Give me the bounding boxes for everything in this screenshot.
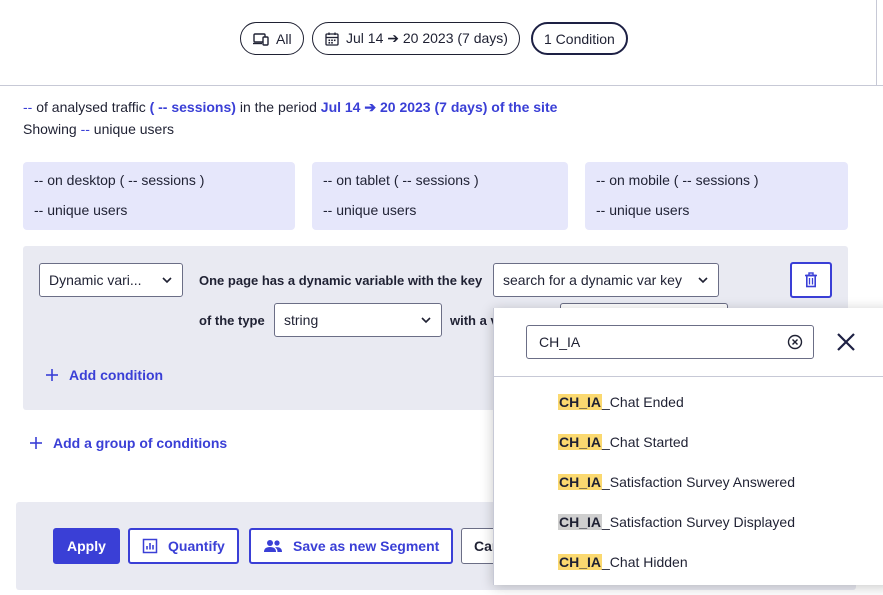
desktop-users: -- unique users: [34, 202, 128, 218]
option-match: CH_IA: [558, 474, 603, 490]
trash-icon: [805, 272, 817, 288]
dropdown-option[interactable]: CH_IA_Chat Ended: [558, 394, 684, 410]
desktop-stats: -- on desktop ( -- sessions ) -- unique …: [23, 162, 295, 230]
save-segment-label: Save as new Segment: [293, 538, 440, 554]
device-filter-button[interactable]: All: [240, 22, 304, 55]
tablet-users: -- unique users: [323, 202, 417, 218]
summary-text: of analysed traffic: [32, 99, 150, 115]
mobile-stats: -- on mobile ( -- sessions ) -- unique u…: [585, 162, 848, 230]
plus-icon: [46, 369, 58, 381]
dynamic-key-select[interactable]: search for a dynamic var key: [493, 263, 719, 297]
unique-users-count: --: [80, 121, 90, 137]
tablet-sessions: -- on tablet ( -- sessions ): [323, 172, 479, 188]
bar-chart-icon: [142, 538, 158, 554]
option-rest: _Chat Started: [602, 434, 689, 450]
chevron-down-icon: [421, 317, 431, 324]
devices-icon: [253, 32, 269, 46]
add-condition-label: Add condition: [69, 367, 164, 383]
session-count: ( -- sessions): [149, 99, 236, 115]
key-label: One page has a dynamic variable with the…: [199, 273, 483, 288]
summary-period: Jul 14 ➔ 20 2023 (7 days) of the site: [320, 99, 558, 115]
option-match: CH_IA: [558, 514, 603, 530]
dropdown-option[interactable]: CH_IA_Chat Started: [558, 434, 688, 450]
calendar-icon: [325, 32, 339, 46]
top-toolbar: All Jul 14 ➔ 20 2023 (7 days) 1 Conditio…: [0, 0, 883, 86]
value-type-select[interactable]: string: [274, 303, 442, 337]
quantify-button[interactable]: Quantify: [128, 528, 239, 564]
desktop-sessions: -- on desktop ( -- sessions ): [34, 172, 205, 188]
add-condition-button[interactable]: Add condition: [45, 367, 163, 383]
traffic-share: --: [23, 99, 33, 115]
plus-icon: [30, 437, 42, 449]
divider: [876, 0, 877, 86]
users-icon: [264, 540, 282, 552]
chevron-down-icon: [698, 277, 708, 284]
dynamic-key-dropdown: CH_IA CH_IA_Chat Ended CH_IA_Chat Starte…: [493, 308, 883, 585]
condition-filter-button[interactable]: 1 Condition: [531, 22, 628, 55]
delete-condition-button[interactable]: [790, 262, 832, 298]
option-match: CH_IA: [558, 554, 603, 570]
period-filter-label: Jul 14 ➔ 20 2023 (7 days): [346, 30, 508, 46]
device-filter-label: All: [276, 30, 292, 47]
summary-text: unique users: [89, 121, 174, 137]
summary-text: Showing: [23, 121, 81, 137]
of-type-label: of the type: [199, 313, 265, 328]
dynamic-key-search-input[interactable]: CH_IA: [526, 325, 814, 359]
apply-label: Apply: [67, 538, 106, 554]
quantify-label: Quantify: [168, 538, 225, 554]
tablet-stats: -- on tablet ( -- sessions ) -- unique u…: [312, 162, 568, 230]
condition-type-select[interactable]: Dynamic vari...: [39, 263, 183, 297]
mobile-sessions: -- on mobile ( -- sessions ): [596, 172, 759, 188]
period-filter-button[interactable]: Jul 14 ➔ 20 2023 (7 days): [312, 22, 520, 55]
value-type-value: string: [284, 312, 319, 328]
option-match: CH_IA: [558, 434, 603, 450]
dropdown-option[interactable]: CH_IA_Satisfaction Survey Displayed: [558, 514, 795, 530]
condition-type-value: Dynamic vari...: [49, 272, 142, 288]
option-rest: _Satisfaction Survey Displayed: [602, 514, 796, 530]
summary-line-1: -- of analysed traffic ( -- sessions) in…: [23, 96, 557, 118]
condition-filter-label: 1 Condition: [544, 30, 615, 47]
dropdown-option[interactable]: CH_IA_Satisfaction Survey Answered: [558, 474, 795, 490]
search-value: CH_IA: [539, 334, 581, 350]
add-group-label: Add a group of conditions: [53, 435, 228, 451]
with-value-label: with a v: [450, 313, 498, 328]
dropdown-option[interactable]: CH_IA_Chat Hidden: [558, 554, 688, 570]
dynamic-key-placeholder: search for a dynamic var key: [503, 272, 682, 288]
option-rest: _Satisfaction Survey Answered: [602, 474, 796, 490]
clear-icon[interactable]: [787, 334, 803, 350]
add-group-button[interactable]: Add a group of conditions: [29, 435, 227, 451]
option-match: CH_IA: [558, 394, 603, 410]
summary-line-2: Showing -- unique users: [23, 118, 557, 140]
mobile-users: -- unique users: [596, 202, 690, 218]
traffic-summary: -- of analysed traffic ( -- sessions) in…: [23, 96, 557, 140]
chevron-down-icon: [162, 277, 172, 284]
dropdown-header: CH_IA: [494, 308, 883, 377]
summary-text: in the period: [235, 99, 321, 115]
option-rest: _Chat Hidden: [602, 554, 688, 570]
apply-button[interactable]: Apply: [53, 528, 120, 564]
save-segment-button[interactable]: Save as new Segment: [249, 528, 454, 564]
close-icon[interactable]: [834, 330, 858, 354]
option-rest: _Chat Ended: [602, 394, 684, 410]
